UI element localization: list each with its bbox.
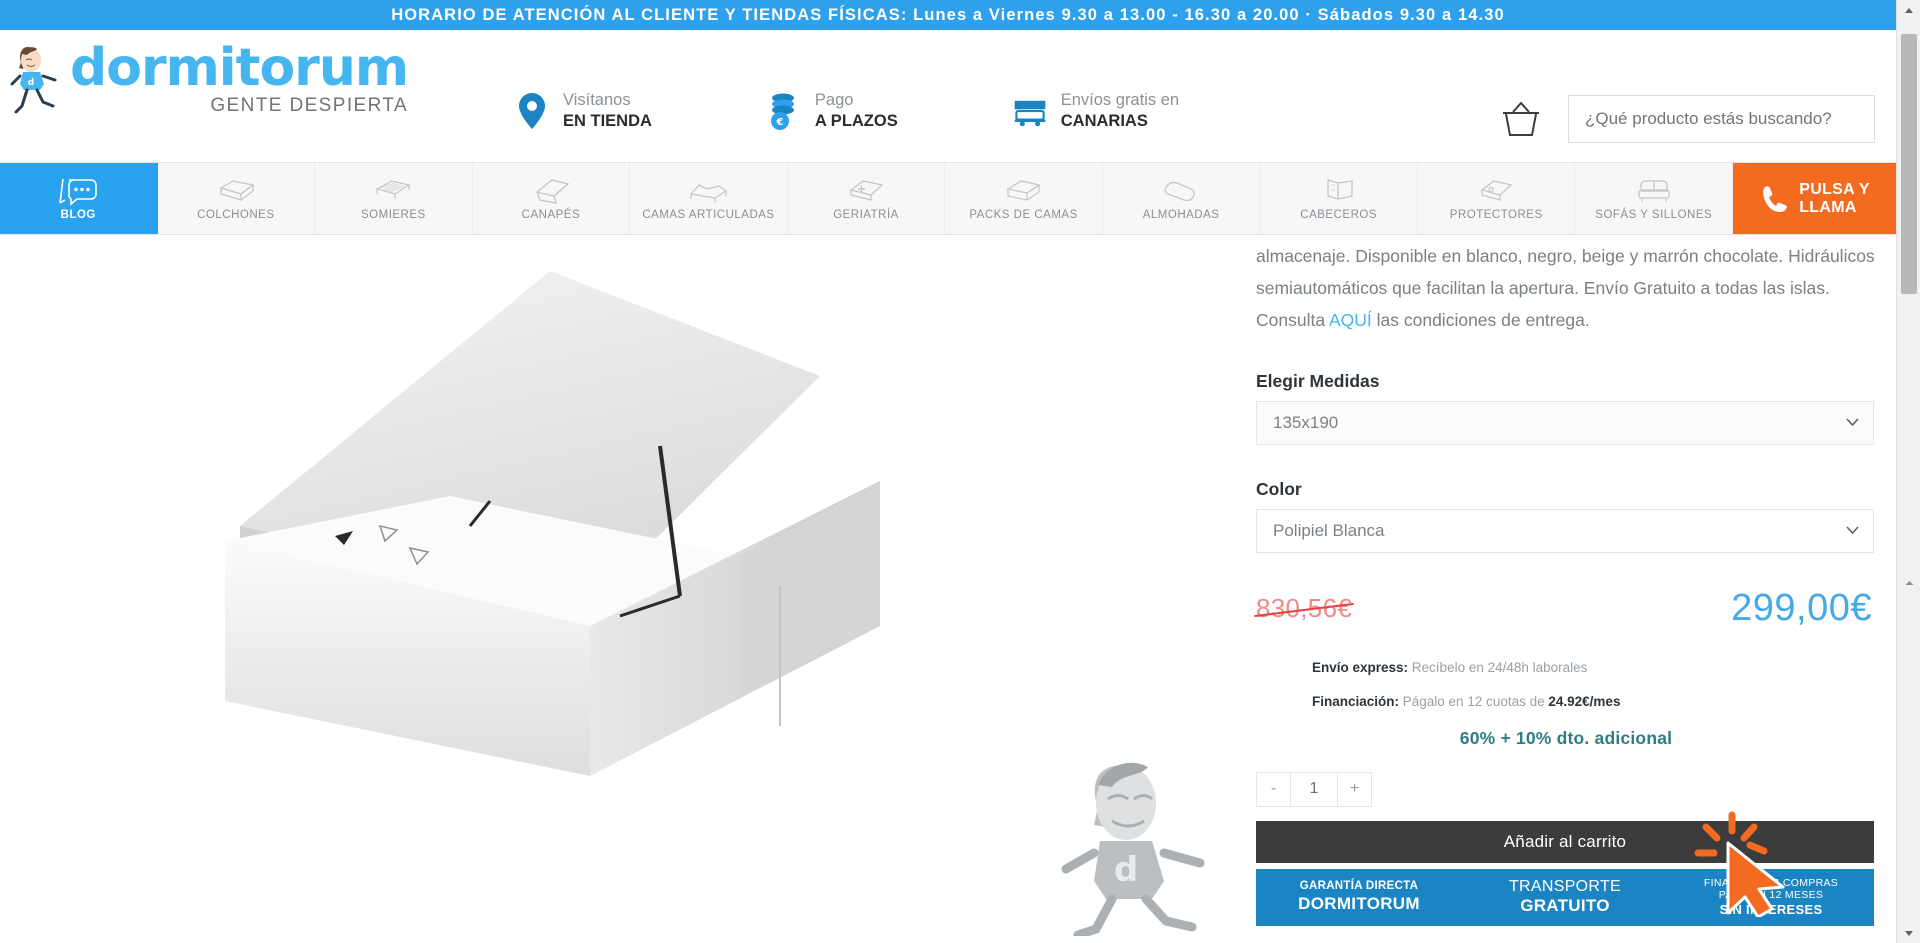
main-product-image[interactable]: [120, 196, 1020, 876]
logo-wordmark: dormitorum: [70, 38, 409, 98]
feature-visitanos-bottom: EN TIENDA: [563, 111, 652, 130]
search-input[interactable]: [1585, 109, 1858, 129]
svg-text:d: d: [1114, 850, 1138, 890]
trust-col-financiacion: FINANCIA TUS COMPRAS PAGA EN 12 MESES SI…: [1668, 877, 1874, 917]
nav-item-protectores[interactable]: PROTECTORES: [1418, 163, 1576, 234]
headboard-icon: [1326, 179, 1353, 200]
nav-label-sofas-y-sillones: SOFÁS Y SILLONES: [1595, 209, 1713, 221]
logo-tagline: GENTE DESPIERTA: [210, 95, 409, 117]
header-features: Visítanos EN TIENDA € Pago A PLAZOS Enví…: [515, 90, 1179, 131]
quantity-stepper[interactable]: - 1 +: [1256, 771, 1876, 807]
feature-visitanos-top: Visítanos: [563, 91, 631, 109]
feature-envios[interactable]: Envíos gratis en CANARIAS: [1013, 90, 1179, 131]
product-description: almacenaje. Disponible en blanco, negro,…: [1256, 240, 1876, 337]
size-select-value: 135x190: [1273, 412, 1339, 432]
trust-transporte-line2: GRATUITO: [1520, 896, 1610, 916]
feature-pago[interactable]: € Pago A PLAZOS: [767, 90, 898, 131]
svg-text:€: €: [775, 117, 783, 128]
product-details-panel: almacenaje. Disponible en blanco, negro,…: [1256, 236, 1876, 926]
financing-text: Págalo en 12 cuotas de: [1399, 693, 1549, 709]
feature-pago-bottom: A PLAZOS: [814, 111, 898, 130]
quantity-value[interactable]: 1: [1291, 771, 1337, 807]
pillow-icon: [1164, 181, 1195, 202]
chevron-down-icon: [1846, 526, 1859, 534]
scrollbar-thumb[interactable]: [1901, 34, 1917, 294]
nav-label-blog: BLOG: [60, 209, 96, 221]
feature-envios-bottom: CANARIAS: [1060, 111, 1148, 130]
product-meta: Envío express: Recíbelo en 24/48h labora…: [1256, 660, 1876, 709]
price-row: 830,56€ 299,00€: [1256, 587, 1876, 630]
chat-bubble-icon: [59, 178, 98, 206]
color-select-value: Polipiel Blanca: [1273, 520, 1385, 540]
page-root: HORARIO DE ATENCIÓN AL CLIENTE Y TIENDAS…: [0, 0, 1920, 943]
shipping-line: Envío express: Recíbelo en 24/48h labora…: [1312, 660, 1876, 675]
price-old: 830,56€: [1256, 592, 1353, 623]
trust-financiacion-line3: SIN INTERESES: [1719, 901, 1823, 917]
trust-garantia-line1: GARANTÍA DIRECTA: [1299, 880, 1419, 893]
announcement-bar: HORARIO DE ATENCIÓN AL CLIENTE Y TIENDAS…: [0, 0, 1896, 30]
financing-line: Financiación: Págalo en 12 cuotas de 24.…: [1312, 694, 1876, 709]
financing-label: Financiación:: [1312, 693, 1400, 709]
truck-icon: [1014, 100, 1046, 126]
color-select[interactable]: Polipiel Blanca: [1256, 508, 1874, 553]
feature-pago-top: Pago: [814, 91, 854, 109]
sofa-icon: [1638, 180, 1670, 202]
price-current: 299,00€: [1731, 586, 1872, 629]
trust-banner: GARANTÍA DIRECTA DORMITORUM TRANSPORTE G…: [1256, 868, 1874, 926]
nav-item-almohadas[interactable]: ALMOHADAS: [1103, 163, 1261, 234]
description-text-2: las condiciones de entrega.: [1371, 310, 1590, 331]
size-select[interactable]: 135x190: [1256, 400, 1874, 445]
location-pin-icon: [519, 92, 545, 129]
protector-icon: [1480, 180, 1513, 201]
chevron-up-icon: [1905, 7, 1913, 13]
trust-financiacion-line1: FINANCIA TUS COMPRAS: [1703, 877, 1839, 890]
shipping-text: Recíbelo en 24/48h laborales: [1408, 659, 1588, 675]
nav-cta-pulsa-y-llama[interactable]: PULSA Y LLAMA: [1733, 163, 1897, 234]
feature-visitanos[interactable]: Visítanos EN TIENDA: [515, 90, 652, 131]
trust-transporte-line1: TRANSPORTE: [1508, 877, 1622, 895]
mascot-watermark-icon: d: [1061, 762, 1205, 936]
nav-item-cabeceros[interactable]: CABECEROS: [1260, 163, 1418, 234]
scrollbar-tick-icon: [1905, 581, 1914, 585]
product-gallery: d: [0, 236, 1245, 943]
trust-garantia-line2: DORMITORUM: [1298, 893, 1420, 913]
cta-line-2: LLAMA: [1799, 198, 1857, 216]
site-logo[interactable]: d dormitorum GENTE DESPIERTA: [10, 38, 409, 118]
product-content: d almacenaje. Disponible en blanco, negr…: [0, 236, 1896, 943]
chevron-down-icon: [1846, 418, 1859, 426]
description-link-aqui[interactable]: AQUÍ: [1329, 310, 1372, 330]
svg-text:d: d: [28, 78, 34, 88]
phone-icon: [1763, 185, 1788, 212]
chevron-down-icon: [1905, 930, 1913, 936]
search-box[interactable]: [1568, 95, 1875, 143]
trust-col-transporte: TRANSPORTE GRATUITO: [1462, 878, 1668, 917]
financing-amount: 24.92€/mes: [1548, 693, 1621, 709]
scroll-down-arrow[interactable]: [1897, 923, 1920, 943]
size-label: Elegir Medidas: [1256, 370, 1380, 391]
add-to-cart-button[interactable]: Añadir al carrito: [1256, 820, 1874, 863]
coins-icon: €: [770, 93, 794, 130]
quantity-decrease-button[interactable]: -: [1256, 771, 1291, 807]
site-header: d dormitorum GENTE DESPIERTA Visítanos E…: [0, 30, 1896, 143]
shopping-basket-icon[interactable]: [1500, 100, 1542, 138]
nav-label-almohadas: ALMOHADAS: [1142, 209, 1220, 221]
quantity-increase-button[interactable]: +: [1337, 771, 1372, 807]
nav-label-cabeceros: CABECEROS: [1300, 209, 1377, 221]
shipping-label: Envío express:: [1312, 659, 1409, 675]
cta-line-1: PULSA Y: [1799, 181, 1870, 199]
trust-financiacion-line2: PAGA EN 12 MESES: [1718, 889, 1824, 902]
trust-col-garantia: GARANTÍA DIRECTA DORMITORUM: [1256, 880, 1462, 914]
announcement-text: HORARIO DE ATENCIÓN AL CLIENTE Y TIENDAS…: [391, 5, 1505, 24]
feature-envios-top: Envíos gratis en: [1060, 91, 1180, 109]
color-label: Color: [1256, 478, 1302, 499]
promo-discount-text: 60% + 10% dto. adicional: [1459, 727, 1673, 748]
mascot-logo-icon: d: [10, 47, 57, 114]
scroll-up-arrow[interactable]: [1897, 0, 1920, 20]
page-scrollbar[interactable]: [1896, 0, 1920, 943]
nav-item-sofas-y-sillones[interactable]: SOFÁS Y SILLONES: [1575, 163, 1734, 234]
nav-label-protectores: PROTECTORES: [1449, 209, 1543, 221]
